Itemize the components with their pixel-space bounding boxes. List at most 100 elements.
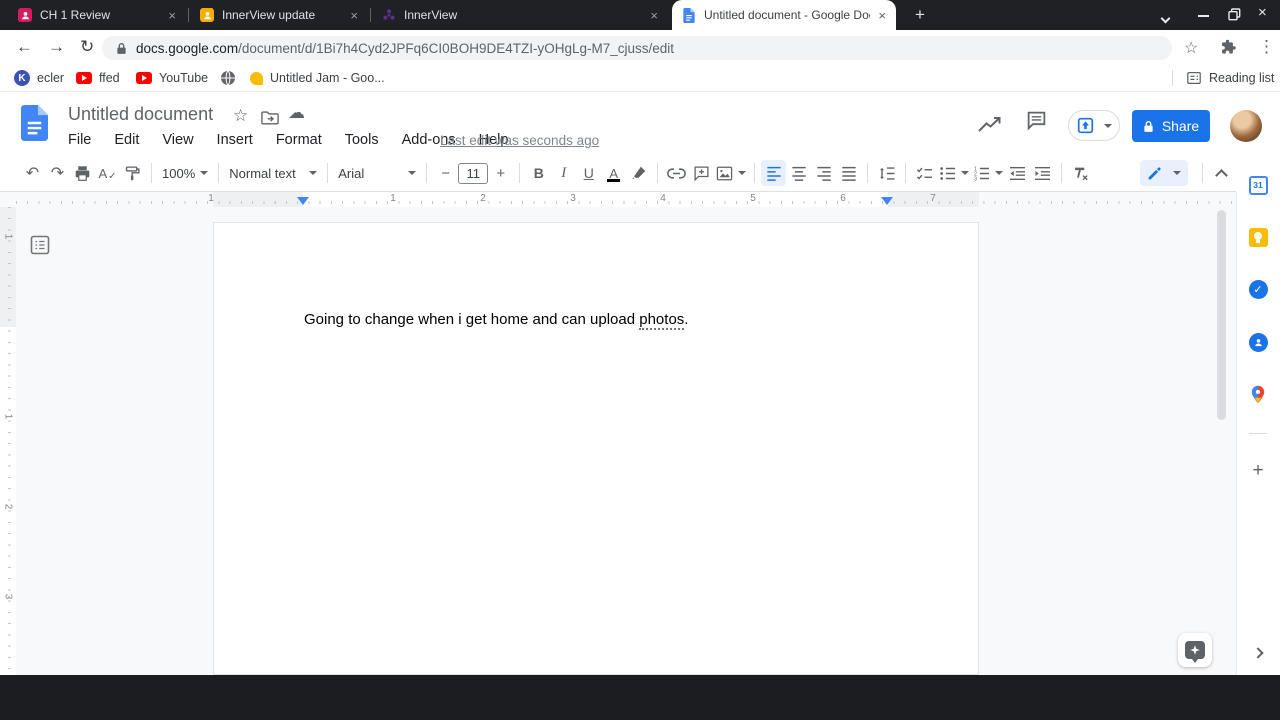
increase-font-size-button[interactable]: + bbox=[488, 160, 513, 186]
new-tab-button[interactable]: + bbox=[908, 3, 932, 27]
justify-button[interactable] bbox=[836, 160, 861, 186]
google-docs-logo-icon[interactable] bbox=[21, 105, 48, 141]
menu-view[interactable]: View bbox=[162, 132, 193, 148]
italic-button[interactable]: I bbox=[551, 160, 576, 186]
bookmark-ecler[interactable]: K ecler bbox=[14, 65, 64, 91]
menu-insert[interactable]: Insert bbox=[217, 132, 253, 148]
font-family-select[interactable]: Arial bbox=[334, 166, 420, 181]
close-tab-icon[interactable]: × bbox=[168, 8, 176, 23]
redo-button[interactable]: ↷ bbox=[45, 160, 70, 186]
share-button[interactable]: Share bbox=[1132, 110, 1210, 142]
close-window-icon[interactable]: × bbox=[1258, 4, 1267, 21]
clear-formatting-button[interactable] bbox=[1068, 160, 1093, 186]
browser-menu-icon[interactable]: ⋮ bbox=[1258, 37, 1275, 57]
contacts-icon[interactable] bbox=[1248, 332, 1268, 352]
paragraph-style-select[interactable]: Normal text bbox=[225, 166, 321, 181]
bookmark-star-icon[interactable]: ☆ bbox=[1184, 38, 1198, 58]
menu-format[interactable]: Format bbox=[276, 132, 322, 148]
underline-button[interactable]: U bbox=[576, 160, 601, 186]
document-status-cloud-icon[interactable]: ☁ bbox=[288, 103, 305, 123]
toolbar-divider bbox=[867, 163, 868, 183]
vertical-ruler[interactable]: 1 1 2 3 4 bbox=[0, 207, 16, 675]
explore-icon bbox=[1185, 641, 1205, 659]
address-bar[interactable]: docs.google.com/document/d/1Bi7h4Cyd2JPF… bbox=[102, 36, 1172, 60]
keep-icon[interactable] bbox=[1248, 227, 1268, 247]
menu-file[interactable]: File bbox=[68, 132, 91, 148]
profile-avatar[interactable] bbox=[1230, 110, 1262, 142]
ruler-ticks bbox=[16, 201, 1236, 204]
document-page[interactable]: Going to change when i get home and can … bbox=[213, 222, 979, 675]
forward-icon[interactable]: → bbox=[48, 37, 65, 57]
document-insights-icon[interactable] bbox=[978, 116, 1002, 133]
decrease-font-size-button[interactable]: − bbox=[433, 160, 458, 186]
innerview-logo-icon bbox=[382, 8, 396, 22]
body-text: Going to change when i get home and can … bbox=[304, 311, 639, 328]
bookmark-ffed[interactable]: ffed bbox=[76, 65, 120, 91]
tab-innerview[interactable]: InnerView × bbox=[372, 0, 668, 30]
tasks-icon[interactable]: ✓ bbox=[1248, 279, 1268, 299]
zoom-select[interactable]: 100% bbox=[158, 166, 212, 181]
present-button[interactable] bbox=[1068, 110, 1120, 141]
bookmark-untitled-jam[interactable]: Untitled Jam - Goo... bbox=[250, 65, 385, 91]
menu-edit[interactable]: Edit bbox=[114, 132, 139, 148]
flagged-word[interactable]: photos bbox=[639, 311, 684, 330]
editing-mode-button[interactable] bbox=[1140, 160, 1188, 186]
collapse-toolbar-icon[interactable] bbox=[1215, 169, 1228, 182]
extensions-icon[interactable] bbox=[1220, 39, 1237, 56]
bold-button[interactable]: B bbox=[526, 160, 551, 186]
bookmark-youtube[interactable]: YouTube bbox=[136, 65, 208, 91]
checklist-button[interactable] bbox=[912, 160, 937, 186]
document-outline-icon[interactable] bbox=[30, 235, 50, 255]
close-tab-icon[interactable]: × bbox=[878, 8, 886, 23]
undo-button[interactable]: ↶ bbox=[20, 160, 45, 186]
align-center-button[interactable] bbox=[786, 160, 811, 186]
ruler-number: 5 bbox=[748, 193, 758, 204]
minimize-window-icon[interactable] bbox=[1198, 15, 1209, 17]
reading-list-button[interactable]: Reading list bbox=[1186, 65, 1274, 91]
tab-untitled-document[interactable]: Untitled document - Google Docs × bbox=[672, 0, 896, 30]
align-right-button[interactable] bbox=[811, 160, 836, 186]
spellcheck-button[interactable]: A✓ bbox=[95, 160, 120, 186]
tab-innerview-update[interactable]: InnerView update × bbox=[190, 0, 368, 30]
star-document-icon[interactable]: ☆ bbox=[233, 106, 248, 126]
svg-text:3: 3 bbox=[974, 176, 977, 180]
tab-ch1-review[interactable]: CH 1 Review × bbox=[8, 0, 186, 30]
insert-image-button[interactable] bbox=[714, 160, 748, 186]
text-color-button[interactable]: A bbox=[601, 160, 626, 186]
highlight-color-button[interactable] bbox=[626, 160, 651, 186]
print-button[interactable] bbox=[70, 160, 95, 186]
numbered-list-button[interactable]: 123 bbox=[971, 160, 1005, 186]
collapse-panel-chevron-icon[interactable] bbox=[1248, 643, 1268, 663]
document-text[interactable]: Going to change when i get home and can … bbox=[304, 311, 688, 328]
increase-indent-button[interactable] bbox=[1030, 160, 1055, 186]
bulleted-list-button[interactable] bbox=[937, 160, 971, 186]
right-indent-marker[interactable] bbox=[881, 197, 893, 205]
insert-link-button[interactable] bbox=[664, 160, 689, 186]
maps-icon[interactable] bbox=[1248, 384, 1268, 404]
font-size-input[interactable]: 11 bbox=[458, 163, 488, 184]
document-title[interactable]: Untitled document bbox=[68, 104, 213, 125]
left-indent-marker[interactable] bbox=[297, 197, 309, 205]
add-comment-button[interactable] bbox=[689, 160, 714, 186]
style-caret bbox=[309, 171, 317, 175]
explore-button[interactable] bbox=[1178, 633, 1212, 667]
get-addons-button[interactable]: + bbox=[1248, 461, 1268, 481]
horizontal-ruler[interactable]: 1 1 2 3 4 5 6 7 bbox=[0, 192, 1236, 207]
restore-window-icon[interactable] bbox=[1228, 8, 1241, 21]
back-icon[interactable]: ← bbox=[16, 37, 33, 57]
paint-format-button[interactable] bbox=[120, 160, 145, 186]
align-left-button[interactable] bbox=[761, 160, 786, 186]
vertical-scrollbar[interactable] bbox=[1217, 210, 1226, 420]
bookmark-globe[interactable] bbox=[220, 65, 236, 91]
decrease-indent-button[interactable] bbox=[1005, 160, 1030, 186]
move-to-folder-icon[interactable] bbox=[261, 110, 279, 125]
close-tab-icon[interactable]: × bbox=[650, 8, 658, 23]
tab-search-chevron-icon[interactable] bbox=[1162, 9, 1169, 27]
reload-icon[interactable]: ↻ bbox=[80, 37, 94, 57]
open-comments-icon[interactable] bbox=[1026, 110, 1047, 131]
close-tab-icon[interactable]: × bbox=[350, 8, 358, 23]
menu-tools[interactable]: Tools bbox=[345, 132, 379, 148]
calendar-icon[interactable]: 31 bbox=[1248, 175, 1268, 195]
last-edit-link[interactable]: Last edit was seconds ago bbox=[440, 133, 599, 148]
line-spacing-button[interactable] bbox=[874, 160, 899, 186]
